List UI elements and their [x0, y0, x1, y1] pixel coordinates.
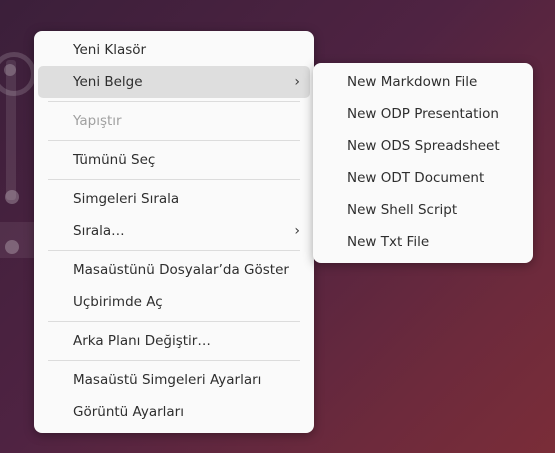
- menu-item-paste: Yapıştır: [38, 105, 310, 137]
- menu-separator: [48, 321, 300, 322]
- menu-item-desktop-icons-settings[interactable]: Masaüstü Simgeleri Ayarları: [38, 364, 310, 396]
- menu-item-label: New ODP Presentation: [347, 106, 499, 122]
- menu-item-arrange-icons[interactable]: Simgeleri Sırala: [38, 183, 310, 215]
- menu-item-label: Görüntü Ayarları: [73, 404, 184, 420]
- menu-item-open-in-terminal[interactable]: Uçbirimde Aç: [38, 286, 310, 318]
- wallpaper-dot: [5, 240, 19, 254]
- menu-item-label: New Markdown File: [347, 74, 478, 90]
- menu-item-label: New Shell Script: [347, 202, 458, 218]
- submenu-item-new-markdown-file[interactable]: New Markdown File: [317, 66, 529, 98]
- submenu-item-new-txt-file[interactable]: New Txt File: [317, 226, 529, 258]
- chevron-right-icon: ›: [294, 223, 300, 239]
- menu-item-label: New Txt File: [347, 234, 430, 250]
- wallpaper-ring-center: [4, 64, 16, 76]
- menu-separator: [48, 250, 300, 251]
- menu-item-label: Masaüstü Simgeleri Ayarları: [73, 372, 262, 388]
- menu-item-show-desktop-in-files[interactable]: Masaüstünü Dosyalar’da Göster: [38, 254, 310, 286]
- chevron-right-icon: ›: [294, 74, 300, 90]
- menu-item-label: New ODT Document: [347, 170, 485, 186]
- menu-item-label: Yeni Belge: [73, 74, 143, 90]
- menu-item-select-all[interactable]: Tümünü Seç: [38, 144, 310, 176]
- menu-separator: [48, 179, 300, 180]
- new-document-submenu: New Markdown File New ODP Presentation N…: [313, 63, 533, 263]
- menu-item-label: Yapıştır: [73, 113, 122, 129]
- menu-item-label: Yeni Klasör: [73, 42, 147, 58]
- submenu-item-new-ods-spreadsheet[interactable]: New ODS Spreadsheet: [317, 130, 529, 162]
- menu-item-new-folder[interactable]: Yeni Klasör: [38, 34, 310, 66]
- desktop-context-menu: Yeni Klasör Yeni Belge › Yapıştır Tümünü…: [34, 31, 314, 433]
- menu-item-change-background[interactable]: Arka Planı Değiştir…: [38, 325, 310, 357]
- menu-separator: [48, 140, 300, 141]
- menu-item-label: New ODS Spreadsheet: [347, 138, 500, 154]
- menu-item-display-settings[interactable]: Görüntü Ayarları: [38, 396, 310, 428]
- menu-item-label: Uçbirimde Aç: [73, 294, 163, 310]
- menu-item-sort-by[interactable]: Sırala… ›: [38, 215, 310, 247]
- submenu-item-new-odt-document[interactable]: New ODT Document: [317, 162, 529, 194]
- menu-item-label: Tümünü Seç: [73, 152, 156, 168]
- menu-separator: [48, 360, 300, 361]
- submenu-item-new-odp-presentation[interactable]: New ODP Presentation: [317, 98, 529, 130]
- menu-item-label: Sırala…: [73, 223, 125, 239]
- menu-item-label: Arka Planı Değiştir…: [73, 333, 211, 349]
- menu-item-label: Masaüstünü Dosyalar’da Göster: [73, 262, 289, 278]
- submenu-item-new-shell-script[interactable]: New Shell Script: [317, 194, 529, 226]
- wallpaper-dot: [5, 190, 19, 204]
- menu-separator: [48, 101, 300, 102]
- menu-item-new-document[interactable]: Yeni Belge ›: [38, 66, 310, 98]
- menu-item-label: Simgeleri Sırala: [73, 191, 180, 207]
